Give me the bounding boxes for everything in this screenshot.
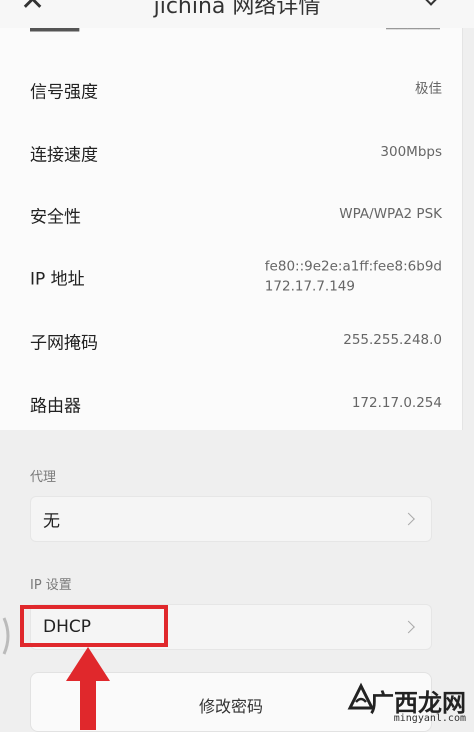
detail-row-subnet: 子网掩码 255.255.248.0 xyxy=(30,323,442,359)
detail-value: WPA/WPA2 PSK xyxy=(339,206,442,223)
ip-settings-section-label: IP 设置 xyxy=(30,578,72,593)
detail-value: 极佳 xyxy=(415,81,442,98)
detail-label: 子网掩码 xyxy=(30,333,98,354)
watermark-url: mingyanl.com xyxy=(393,713,466,724)
detail-row-security: 安全性 WPA/WPA2 PSK xyxy=(30,197,442,233)
annotation-highlight-box xyxy=(20,605,168,647)
proxy-select[interactable]: 无 xyxy=(30,496,432,542)
detail-value: 300Mbps xyxy=(380,144,442,161)
proxy-value: 无 xyxy=(43,511,60,532)
detail-label: 连接速度 xyxy=(30,145,98,166)
detail-row-router: 路由器 172.17.0.254 xyxy=(30,386,442,422)
wifi-details-card: ▀▀▀▀ ▀▀▀▀▀ 信号强度 极佳 连接速度 300Mbps 安全性 WPA/… xyxy=(0,0,463,430)
detail-value: fe80::9e2e:a1ff:fee8:6b9d 172.17.7.149 xyxy=(264,258,442,294)
detail-row-speed: 连接速度 300Mbps xyxy=(30,135,442,171)
detail-value: 172.17.0.254 xyxy=(351,395,442,412)
detail-row-signal: 信号强度 极佳 xyxy=(30,72,442,108)
side-bracket-mark xyxy=(2,617,10,655)
detail-row-ip: IP 地址 fe80::9e2e:a1ff:fee8:6b9d 172.17.7.… xyxy=(30,255,442,299)
detail-label: 安全性 xyxy=(30,207,81,228)
top-bar: ✕ jichina 网络详情 xyxy=(0,0,474,28)
detail-label: 信号强度 xyxy=(30,82,98,103)
proxy-section-label: 代理 xyxy=(30,470,57,485)
annotation-up-arrow-icon xyxy=(66,647,110,730)
chevron-right-icon xyxy=(402,512,415,526)
page-title: jichina 网络详情 xyxy=(153,0,321,19)
detail-label: 路由器 xyxy=(30,396,81,417)
detail-label: IP 地址 xyxy=(30,269,85,290)
detail-value: 255.255.248.0 xyxy=(343,332,442,349)
chevron-right-icon xyxy=(402,620,415,634)
